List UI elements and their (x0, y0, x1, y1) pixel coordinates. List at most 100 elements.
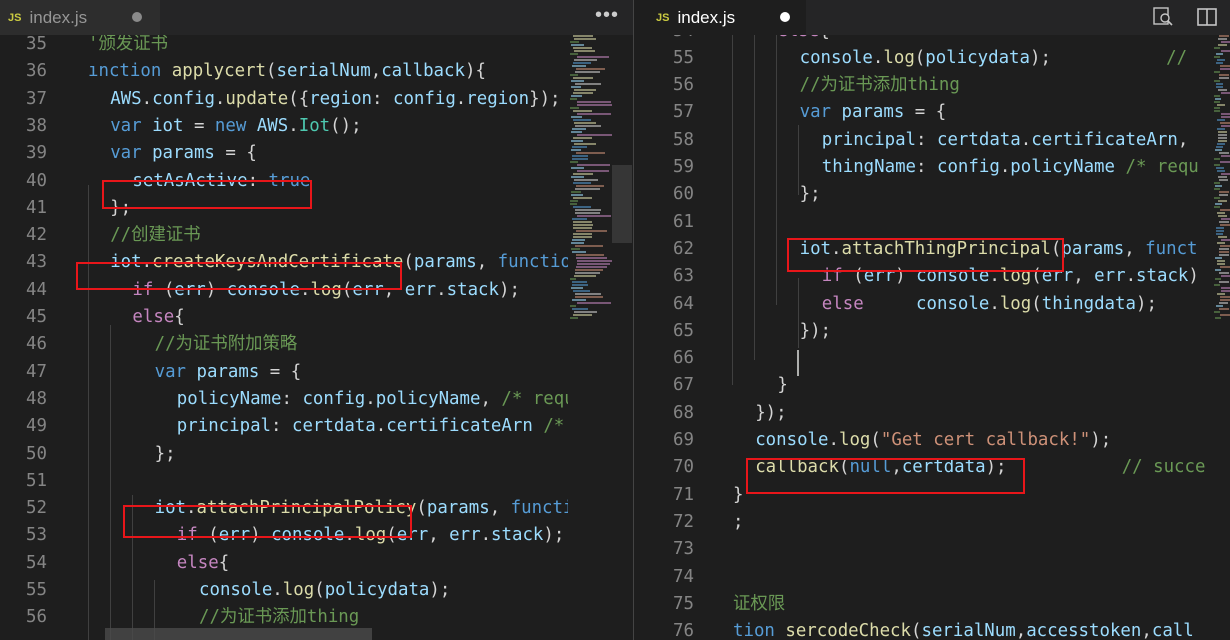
minimap-stroke (1221, 287, 1230, 289)
code-line[interactable]: 65}); (634, 318, 1230, 345)
minimap-stroke (577, 215, 611, 217)
minimap-stroke (573, 314, 592, 316)
code-line[interactable]: 40 setAsActive: true (0, 168, 633, 195)
left-editor-pane[interactable]: JS index.js ••• 35 '颁发证书 36 ınction applyce… (0, 0, 633, 640)
code-line[interactable]: 63 if (err) console.log(err, err.stack) (634, 263, 1230, 290)
right-editor-pane[interactable]: JS index.js 54else{55console.log(policyd… (634, 0, 1230, 640)
code-line[interactable]: 54 else{ (0, 550, 633, 577)
tab-label: index.js (29, 7, 88, 27)
code-line[interactable]: 39 var params = { (0, 140, 633, 167)
left-horizontal-scrollbar[interactable] (105, 628, 372, 640)
code-token: , (1141, 621, 1152, 640)
code-text: principal: certdata.certificateArn /* (177, 413, 575, 440)
code-line[interactable]: 48 policyName: config.policyName, /* requ (0, 386, 633, 413)
minimap-stroke (1220, 245, 1230, 247)
code-line[interactable]: 76 tion sercodeCheck(serialNum,accesstoke… (634, 618, 1230, 640)
code-line[interactable]: 74 (634, 564, 1230, 591)
code-token: else (132, 307, 175, 327)
code-line[interactable]: 50}; (0, 441, 633, 468)
code-line[interactable]: 42 //创建证书 (0, 222, 633, 249)
code-line[interactable]: 66 (634, 345, 1230, 372)
code-line[interactable]: 35 '颁发证书 (0, 35, 633, 58)
code-line[interactable]: 72; (634, 509, 1230, 536)
code-line[interactable]: 53 if (err) console.log(err, err.stack); (0, 522, 633, 549)
code-line[interactable]: 70 callback(null,certdata); // succe (634, 454, 1230, 481)
code-line[interactable]: 51 (0, 468, 633, 495)
code-line[interactable]: 57 var params = { (634, 99, 1230, 126)
more-actions-icon[interactable]: ••• (595, 4, 619, 27)
minimap-stroke (1216, 146, 1223, 148)
code-line[interactable]: 62 iot.attachThingPrincipal(params, funct (634, 236, 1230, 263)
line-number: 49 (26, 416, 47, 437)
code-line[interactable]: 54 else{ (634, 35, 1230, 45)
right-code-editor[interactable]: 54else{55console.log(policydata); //56//… (634, 35, 1230, 640)
code-token: params (413, 252, 477, 273)
js-file-icon: JS (656, 11, 670, 24)
code-line[interactable]: 68}); (634, 400, 1230, 427)
minimap-stroke (1219, 152, 1229, 154)
code-line[interactable]: 56 //为证书添加thing (634, 72, 1230, 99)
minimap-stroke (1218, 200, 1227, 202)
code-line[interactable]: 45 else{ (0, 304, 633, 331)
code-line[interactable]: 43 iot.createKeysAndCertificate(params, f… (0, 249, 633, 276)
minimap-stroke (1218, 134, 1227, 136)
unsaved-dot-icon[interactable] (780, 12, 790, 22)
code-token: '颁发证书 (88, 35, 169, 54)
code-line[interactable]: 41}; (0, 195, 633, 222)
code-line[interactable]: 36 ınction applycert(serialNum,callback){ (0, 58, 633, 85)
minimap-stroke (570, 107, 579, 109)
code-line[interactable]: 58 principal: certdata.certificateArn, (634, 127, 1230, 154)
code-line[interactable]: 75 证权限 (634, 591, 1230, 618)
right-minimap[interactable] (1212, 35, 1230, 640)
split-editor-icon[interactable] (1196, 6, 1218, 28)
code-line[interactable]: 71} (634, 482, 1230, 509)
code-token: . (299, 279, 311, 300)
indent-guide (132, 495, 133, 640)
code-line[interactable]: 73 (634, 536, 1230, 563)
left-minimap[interactable] (568, 35, 612, 640)
code-token: } (777, 375, 788, 396)
search-in-editor-icon[interactable] (1152, 6, 1174, 28)
tab-index-js-left[interactable]: JS index.js (0, 0, 160, 35)
code-token: // succe (1121, 457, 1206, 478)
line-number: 75 (673, 593, 694, 614)
code-line[interactable]: 61 (634, 209, 1230, 236)
code-token: : (916, 129, 937, 150)
code-line[interactable]: 37 AWS.config.update({region: config.regi… (0, 86, 633, 113)
code-line[interactable]: 44 if (err) console.log(err, err.stack); (0, 277, 633, 304)
code-token: config (302, 388, 366, 409)
code-token: ); (543, 525, 565, 546)
code-token: ( (341, 279, 353, 300)
line-number: 55 (673, 47, 694, 68)
minimap-stroke (1217, 263, 1225, 265)
code-line[interactable]: 67} (634, 372, 1230, 399)
tab-index-js-right[interactable]: JS index.js (634, 0, 806, 35)
code-line[interactable]: 49 principal: certdata.certificateArn /* (0, 413, 633, 440)
minimap-stroke (571, 80, 584, 82)
code-token: : (281, 388, 303, 409)
code-token: null (849, 457, 892, 478)
code-token: else (777, 35, 819, 41)
code-line[interactable]: 46 //为证书附加策略 (0, 331, 633, 358)
code-line[interactable]: 59 thingName: config.policyName /* requ (634, 154, 1230, 181)
code-line[interactable]: 69 console.log("Get cert callback!"); (634, 427, 1230, 454)
left-scrollbar-thumb[interactable] (612, 165, 632, 243)
code-line[interactable]: 64 else console.log(thingdata); (634, 291, 1230, 318)
minimap-stroke (1217, 119, 1225, 121)
indent-guide (754, 35, 755, 360)
code-token: err (1094, 266, 1126, 287)
code-line[interactable]: 38 var iot = new AWS.Iot(); (0, 113, 633, 140)
code-text: iot.createKeysAndCertificate(params, fun… (110, 249, 571, 276)
minimap-stroke (572, 281, 587, 283)
code-line[interactable]: 52 iot.attachPrincipalPolicy(params, func… (0, 495, 633, 522)
line-number: 69 (673, 430, 694, 450)
code-token: , (891, 457, 902, 478)
code-line[interactable]: 55 console.log(policydata); (0, 577, 633, 604)
code-line[interactable]: 55 console.log(policydata); // (634, 45, 1230, 72)
code-token: ( (838, 457, 850, 478)
code-line[interactable]: 60}; (634, 181, 1230, 208)
unsaved-dot-icon[interactable] (132, 12, 142, 22)
left-code-editor[interactable]: 35 '颁发证书 36 ınction applycert(serialNum,cal… (0, 35, 633, 640)
code-line[interactable]: 47 var params = { (0, 359, 633, 386)
